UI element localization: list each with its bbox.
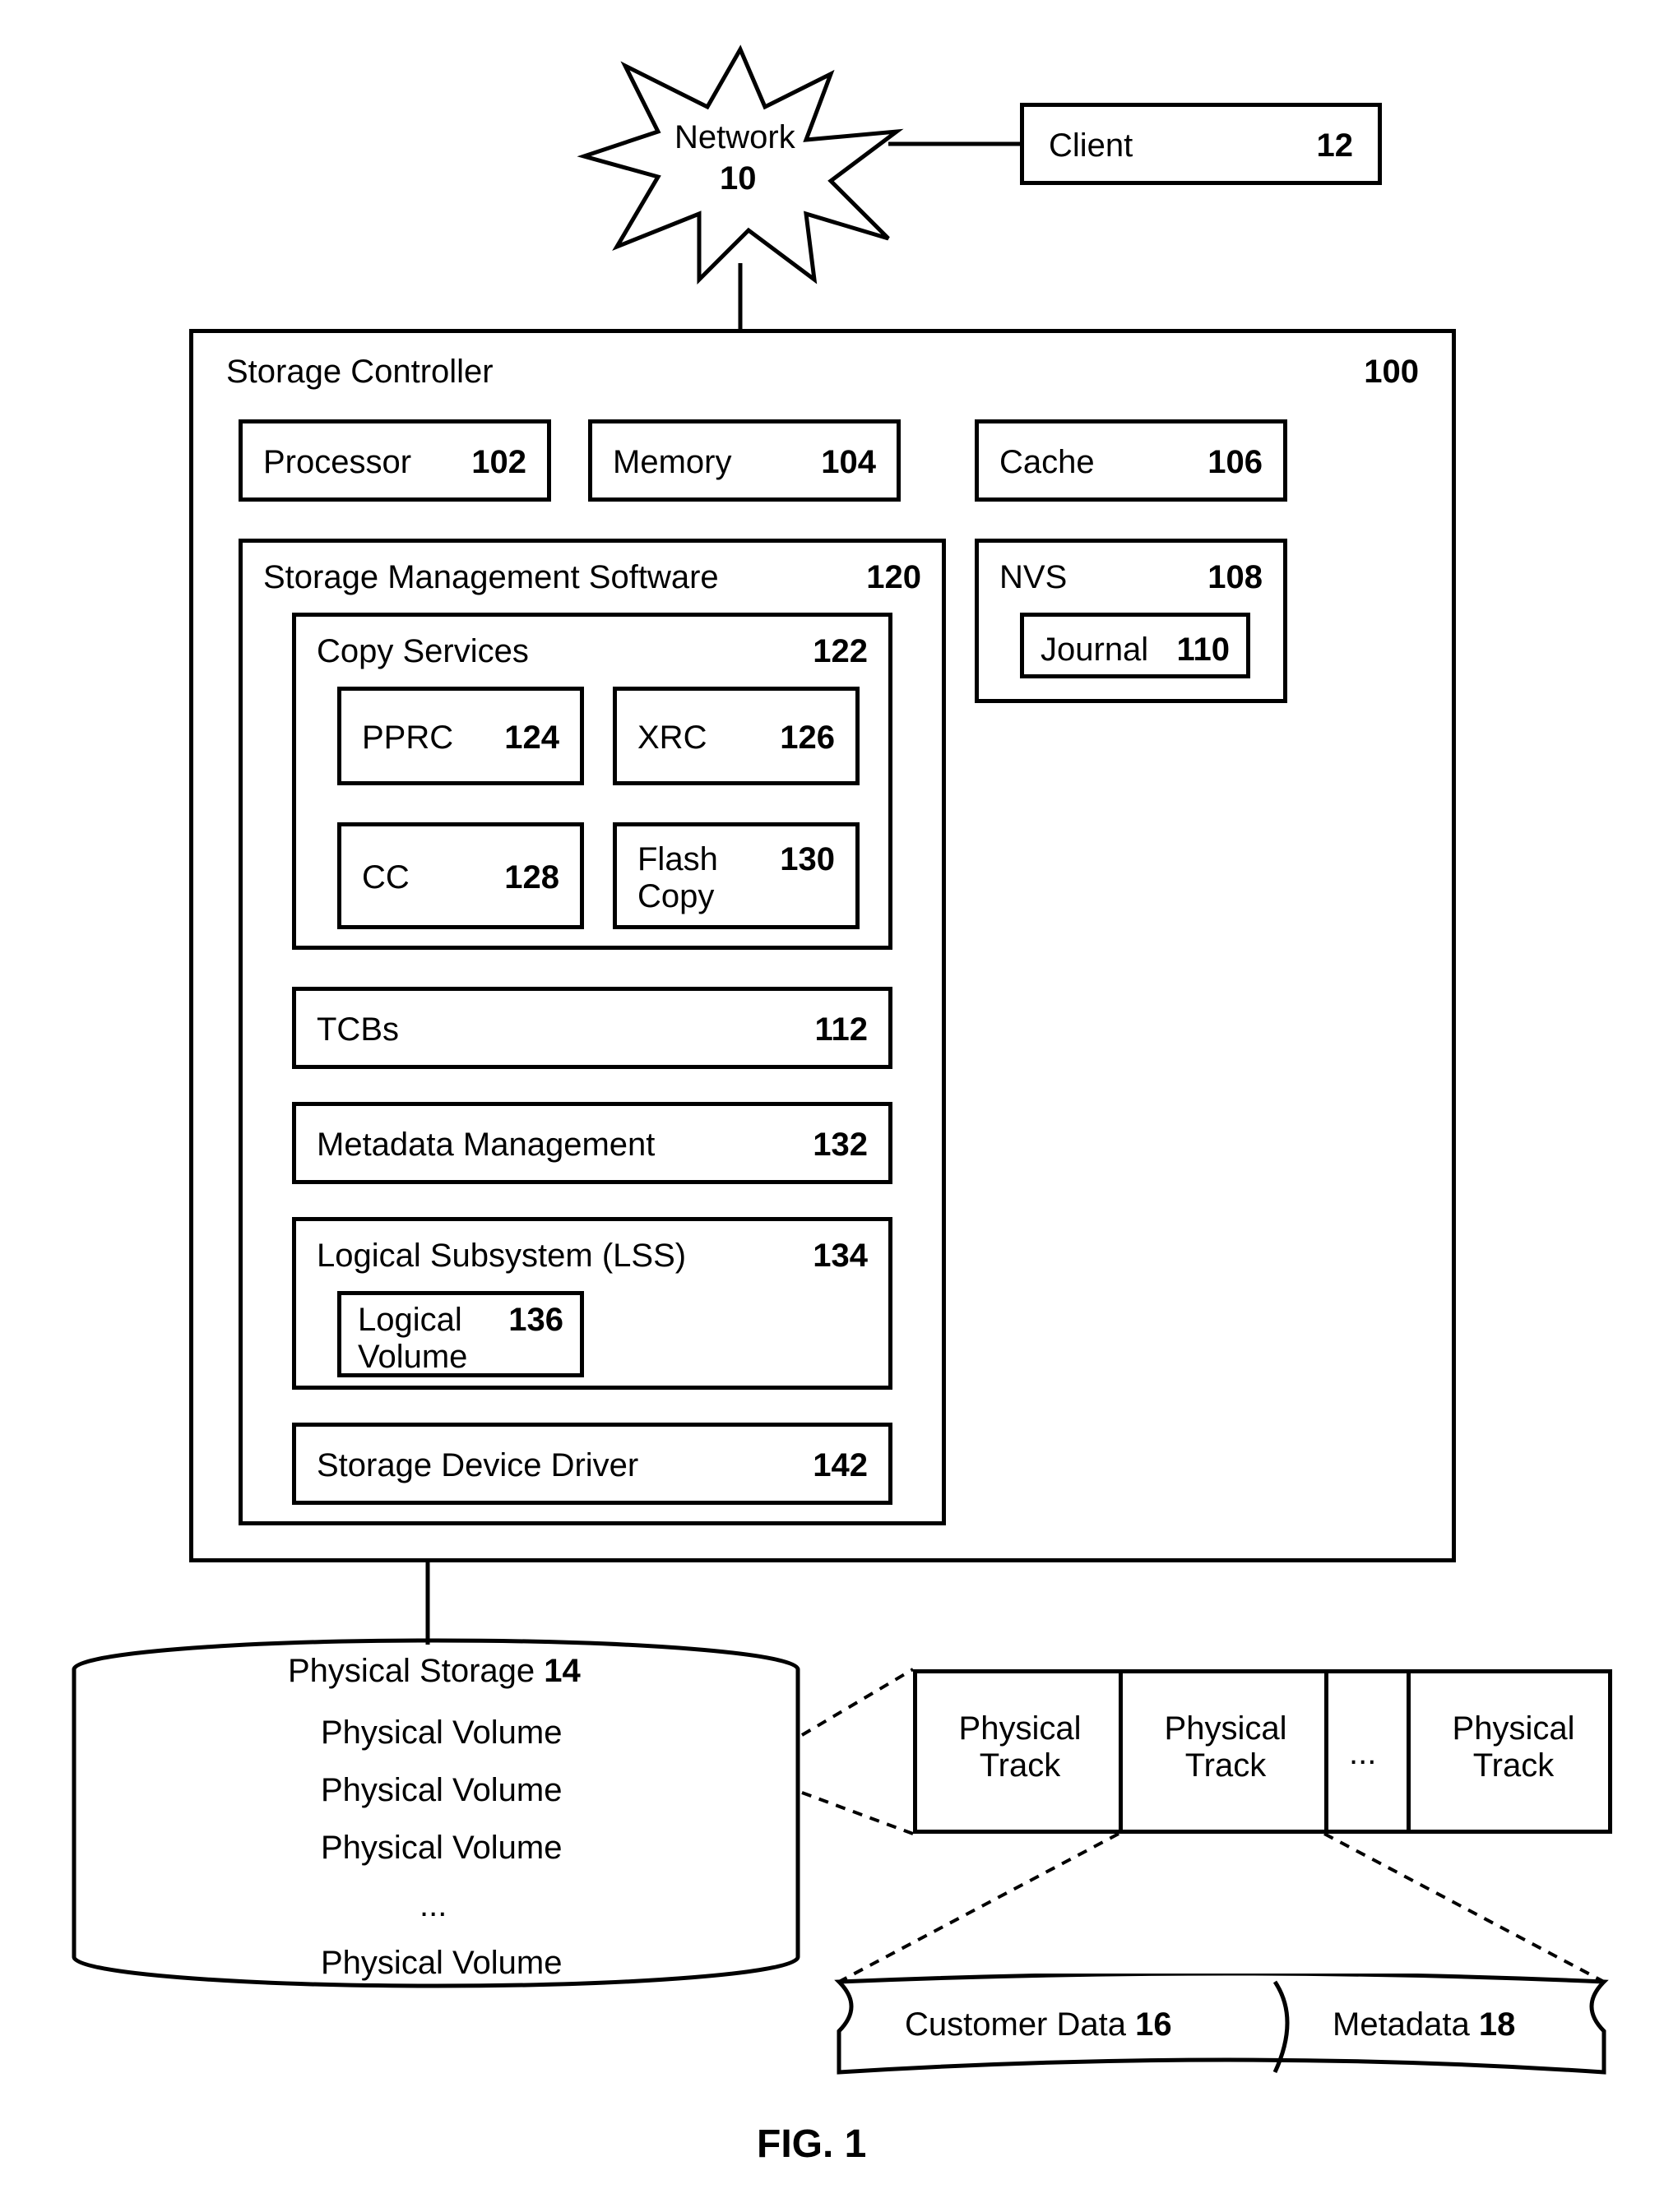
xrc-box: XRC 126 [613, 687, 860, 785]
flash-copy-box: Flash Copy 130 [613, 822, 860, 929]
tcbs-label: TCBs [317, 1011, 399, 1048]
sms-box: Storage Management Software 120 Copy Ser… [239, 539, 946, 1525]
cache-box: Cache 106 [975, 419, 1287, 502]
cc-label: CC [362, 859, 410, 896]
figure-caption: FIG. 1 [757, 2122, 866, 2167]
client-num: 12 [1317, 127, 1354, 164]
memory-box: Memory 104 [588, 419, 901, 502]
track-3-label: Physical Track [1444, 1710, 1583, 1784]
sms-num: 120 [866, 559, 921, 596]
client-box: Client 12 [1020, 103, 1382, 185]
flash-copy-label: Flash Copy [637, 841, 728, 915]
driver-box: Storage Device Driver 142 [292, 1423, 892, 1505]
physical-storage-label: Physical Storage 14 [288, 1653, 581, 1690]
cc-box: CC 128 [337, 822, 584, 929]
metadata-detail: Metadata 18 [1333, 2006, 1515, 2043]
journal-box: Journal 110 [1020, 613, 1250, 678]
nvs-num: 108 [1207, 559, 1263, 596]
metadata-box: Metadata Management 132 [292, 1102, 892, 1184]
track-ellipsis: ... [1324, 1669, 1407, 1834]
pv-ellipsis: ... [419, 1887, 447, 1924]
xrc-label: XRC [637, 720, 707, 757]
processor-label: Processor [263, 444, 411, 481]
track-ellipsis-label: ... [1349, 1735, 1376, 1772]
lss-box: Logical Subsystem (LSS) 134 Logical Volu… [292, 1217, 892, 1390]
cc-num: 128 [504, 859, 559, 896]
lv-box: Logical Volume 136 [337, 1291, 584, 1377]
lv-label: Logical Volume [358, 1302, 481, 1376]
track-2-label: Physical Track [1156, 1710, 1296, 1784]
driver-label: Storage Device Driver [317, 1447, 638, 1484]
processor-box: Processor 102 [239, 419, 551, 502]
metadata-label: Metadata Management [317, 1127, 655, 1164]
pv-2: Physical Volume [321, 1772, 562, 1809]
client-label: Client [1049, 127, 1133, 164]
processor-num: 102 [471, 444, 526, 481]
track-1-label: Physical Track [950, 1710, 1090, 1784]
copy-services-box: Copy Services 122 PPRC 124 XRC 126 CC 12… [292, 613, 892, 950]
tcbs-box: TCBs 112 [292, 987, 892, 1069]
journal-label: Journal [1041, 632, 1148, 669]
network-num: 10 [720, 160, 757, 197]
copy-services-label: Copy Services [317, 633, 529, 670]
memory-label: Memory [613, 444, 731, 481]
storage-controller-num: 100 [1364, 354, 1419, 391]
customer-data: Customer Data 16 [905, 2006, 1172, 2043]
driver-num: 142 [813, 1447, 868, 1484]
sms-label: Storage Management Software [263, 559, 719, 596]
cache-num: 106 [1207, 444, 1263, 481]
pprc-label: PPRC [362, 720, 453, 757]
lss-num: 134 [813, 1238, 868, 1275]
pv-4: Physical Volume [321, 1945, 562, 1982]
pprc-box: PPRC 124 [337, 687, 584, 785]
nvs-label: NVS [999, 559, 1067, 596]
storage-controller-label: Storage Controller [226, 354, 494, 391]
flash-copy-num: 130 [780, 841, 835, 878]
network-label: Network [674, 119, 795, 156]
track-2: Physical Track [1119, 1669, 1324, 1834]
journal-num: 110 [1176, 632, 1230, 669]
track-3: Physical Track [1407, 1669, 1612, 1834]
metadata-num: 132 [813, 1127, 868, 1164]
lv-num: 136 [508, 1302, 563, 1339]
pv-3: Physical Volume [321, 1830, 562, 1867]
pv-1: Physical Volume [321, 1715, 562, 1752]
storage-controller-box: Storage Controller 100 Processor 102 Mem… [189, 329, 1456, 1562]
memory-num: 104 [821, 444, 876, 481]
nvs-box: NVS 108 Journal 110 [975, 539, 1287, 703]
xrc-num: 126 [780, 720, 835, 757]
cache-label: Cache [999, 444, 1095, 481]
pprc-num: 124 [504, 720, 559, 757]
track-1: Physical Track [913, 1669, 1119, 1834]
tcbs-num: 112 [814, 1011, 868, 1048]
physical-storage-cylinder [66, 1636, 806, 1998]
lss-label: Logical Subsystem (LSS) [317, 1238, 686, 1275]
copy-services-num: 122 [813, 633, 868, 670]
